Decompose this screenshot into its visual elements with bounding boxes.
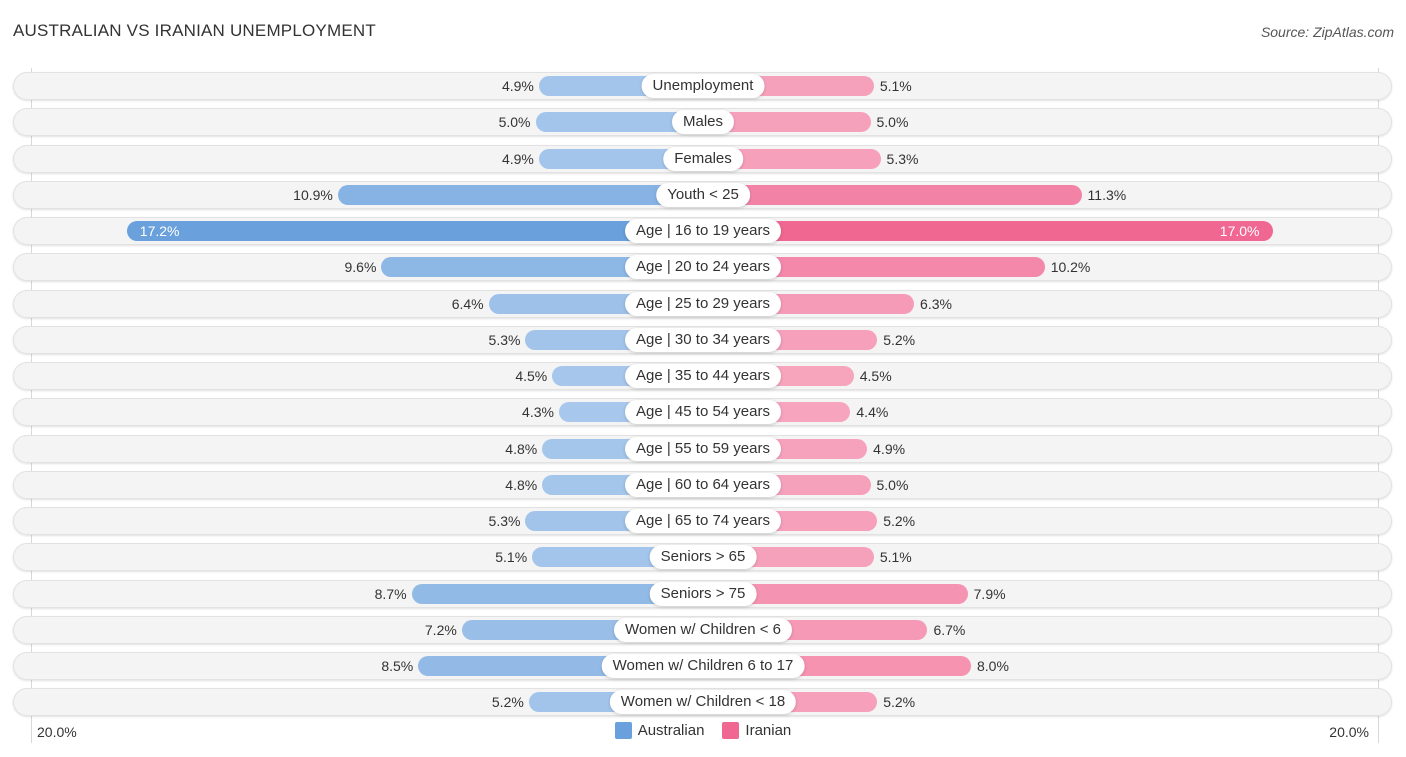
value-label-iranian: 5.2% [883, 513, 916, 529]
bar-iranian[interactable] [703, 221, 1273, 241]
legend-item-iranian[interactable]: Iranian [722, 722, 791, 739]
legend-label-australian: Australian [637, 722, 705, 739]
value-label-australian: 4.9% [501, 78, 534, 94]
value-label-australian: 4.5% [515, 368, 548, 384]
value-label-iranian: 6.3% [920, 295, 952, 312]
value-label-iranian: 5.2% [883, 331, 916, 348]
category-label: Age | 45 to 54 years [625, 400, 781, 425]
legend: Australian Iranian [0, 722, 1406, 739]
value-label-australian: 17.2% [139, 223, 180, 239]
category-label: Unemployment [641, 74, 765, 98]
legend-swatch-iranian [722, 722, 740, 739]
value-label-australian: 10.9% [293, 186, 333, 203]
bar-australian[interactable] [337, 184, 703, 205]
value-label-iranian: 4.4% [856, 404, 889, 421]
bar-iranian[interactable] [703, 184, 1082, 205]
category-label: Seniors > 75 [649, 581, 757, 606]
value-label-australian: 5.1% [495, 549, 528, 566]
category-label: Age | 35 to 44 years [625, 364, 781, 388]
bar-australian[interactable] [126, 221, 703, 241]
value-label-iranian: 4.5% [859, 368, 892, 384]
value-label-iranian: 5.0% [876, 114, 909, 131]
value-label-australian: 4.3% [522, 404, 554, 421]
value-label-iranian: 5.0% [876, 476, 909, 493]
value-label-iranian: 5.1% [879, 78, 912, 94]
value-label-australian: 5.0% [498, 114, 531, 131]
category-label: Youth < 25 [656, 182, 750, 207]
category-label: Women w/ Children < 6 [613, 617, 793, 642]
value-label-iranian: 4.9% [873, 440, 906, 457]
category-label: Males [671, 110, 735, 135]
chart-area: 4.9% 5.1% Unemployment 5.0% 5.0% Males 4.9% 5.3… [0, 0, 1406, 757]
value-label-iranian: 5.3% [886, 150, 919, 167]
category-label: Women w/ Children < 18 [609, 690, 797, 715]
category-label: Age | 30 to 34 years [625, 327, 781, 352]
value-label-australian: 6.4% [451, 295, 484, 312]
value-label-australian: 5.3% [488, 331, 521, 348]
value-label-australian: 4.8% [505, 440, 538, 457]
category-label: Females [663, 146, 743, 171]
category-label: Seniors > 65 [649, 545, 757, 570]
legend-item-australian[interactable]: Australian [614, 722, 705, 739]
value-label-iranian: 6.7% [933, 621, 966, 638]
value-label-iranian: 8.0% [977, 658, 1009, 674]
value-label-iranian: 17.0% [1219, 223, 1260, 239]
value-label-australian: 8.7% [374, 585, 407, 602]
category-label: Women w/ Children 6 to 17 [601, 654, 805, 678]
value-label-australian: 5.2% [491, 694, 524, 711]
legend-swatch-australian [614, 722, 632, 739]
category-label: Age | 16 to 19 years [625, 219, 781, 243]
legend-label-iranian: Iranian [745, 722, 792, 739]
category-label: Age | 65 to 74 years [625, 509, 781, 533]
category-label: Age | 20 to 24 years [625, 255, 781, 280]
value-label-australian: 9.6% [344, 259, 377, 276]
value-label-iranian: 5.2% [883, 694, 916, 711]
value-label-iranian: 11.3% [1087, 186, 1127, 203]
value-label-iranian: 10.2% [1050, 259, 1091, 276]
value-label-iranian: 5.1% [879, 549, 912, 566]
category-label: Age | 60 to 64 years [625, 472, 781, 497]
category-label: Age | 55 to 59 years [625, 436, 781, 461]
value-label-australian: 7.2% [424, 621, 457, 638]
value-label-iranian: 7.9% [973, 585, 1006, 602]
value-label-australian: 8.5% [381, 658, 414, 674]
value-label-australian: 5.3% [488, 513, 521, 529]
category-label: Age | 25 to 29 years [625, 291, 781, 316]
value-label-australian: 4.9% [501, 150, 534, 167]
value-label-australian: 4.8% [505, 476, 538, 493]
